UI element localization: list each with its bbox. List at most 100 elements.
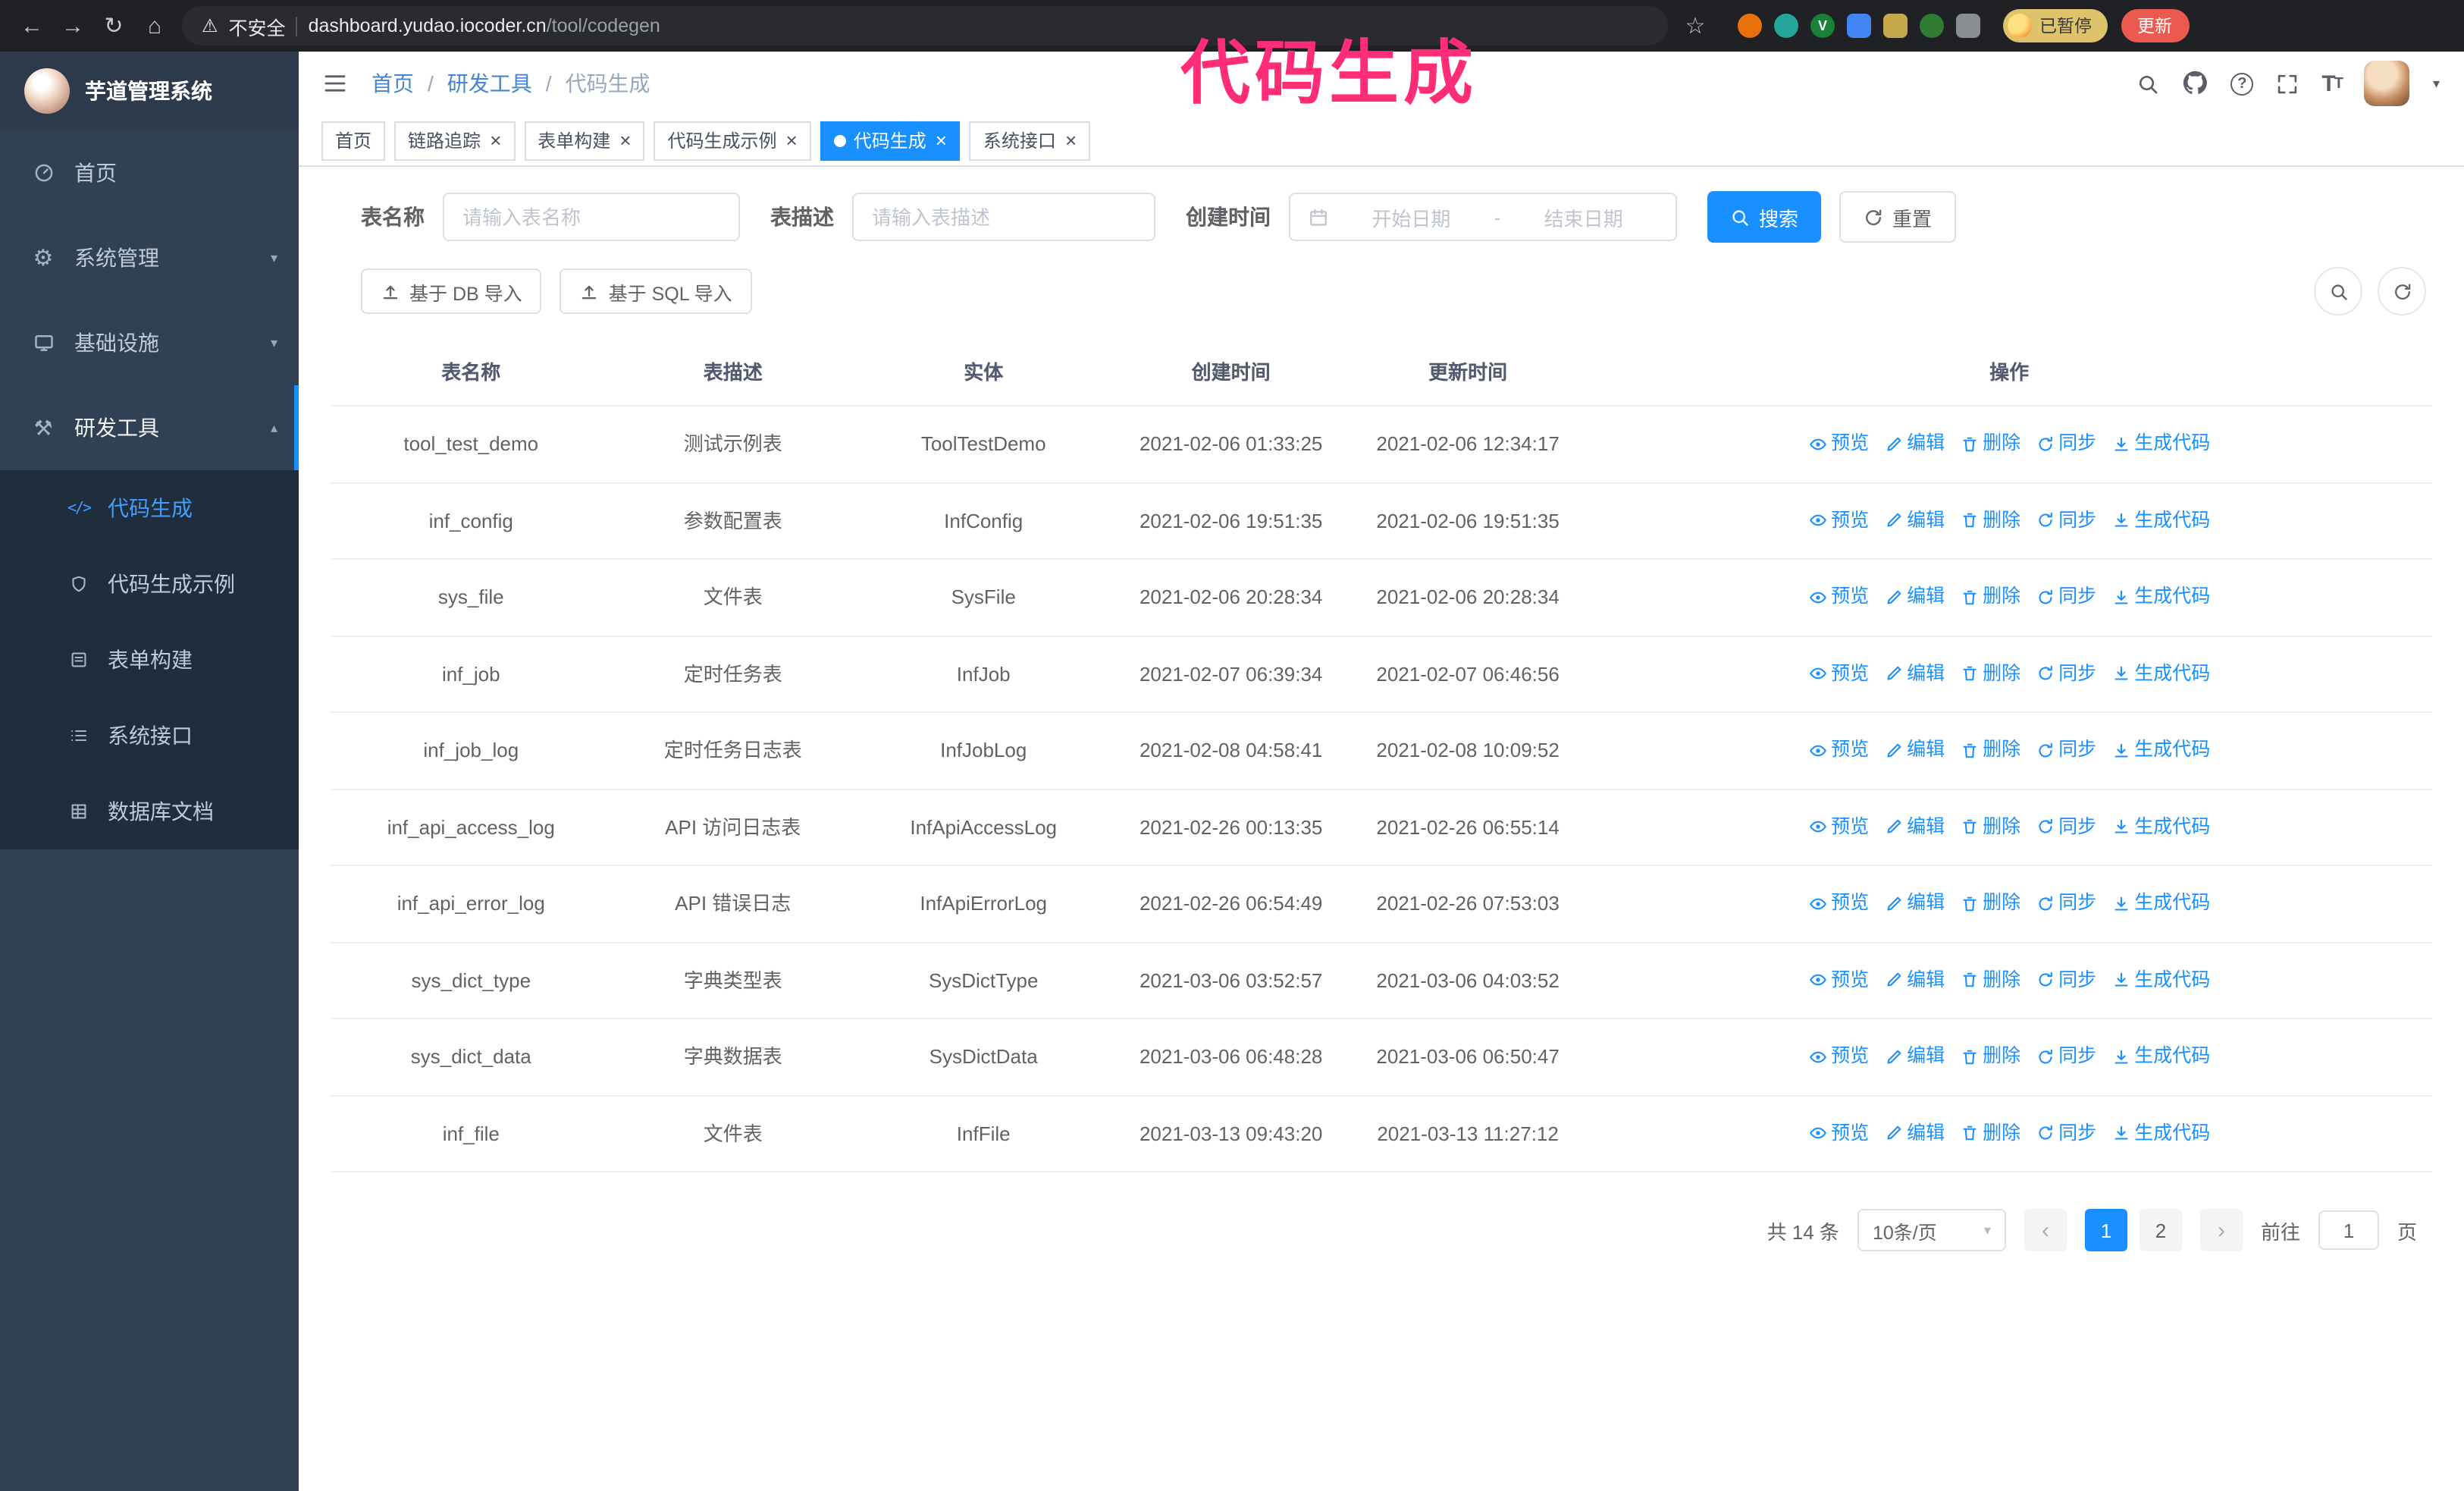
close-icon[interactable]: × — [786, 130, 798, 150]
tab-trace[interactable]: 链路追踪 × — [394, 121, 516, 160]
app-logo[interactable]: 芋道管理系统 — [0, 52, 299, 130]
font-size-icon[interactable]: TT — [2321, 71, 2343, 96]
search-icon[interactable] — [2136, 72, 2159, 95]
page-button-1[interactable]: 1 — [2084, 1209, 2127, 1251]
row-action-generate-code[interactable]: 生成代码 — [2111, 890, 2210, 918]
close-icon[interactable]: × — [619, 130, 631, 150]
row-action-edit[interactable]: 编辑 — [1884, 813, 1945, 842]
extension-icon[interactable] — [1883, 14, 1908, 38]
close-icon[interactable]: × — [1065, 130, 1077, 150]
row-action-edit[interactable]: 编辑 — [1884, 507, 1945, 535]
row-action-edit[interactable]: 编辑 — [1884, 583, 1945, 612]
tab-system-api[interactable]: 系统接口 × — [969, 121, 1091, 160]
close-icon[interactable]: × — [936, 130, 947, 150]
row-action-generate-code[interactable]: 生成代码 — [2111, 736, 2210, 765]
search-button[interactable]: 搜索 — [1707, 191, 1822, 243]
row-action-preview[interactable]: 预览 — [1808, 966, 1869, 995]
row-action-preview[interactable]: 预览 — [1808, 660, 1869, 689]
row-action-delete[interactable]: 删除 — [1960, 736, 2020, 765]
browser-back-icon[interactable]: ← — [18, 13, 45, 39]
close-icon[interactable]: × — [490, 130, 501, 150]
tab-form-builder[interactable]: 表单构建 × — [524, 121, 645, 160]
row-action-preview[interactable]: 预览 — [1808, 736, 1869, 765]
row-action-edit[interactable]: 编辑 — [1884, 660, 1945, 689]
browser-home-icon[interactable]: ⌂ — [141, 13, 168, 39]
row-action-preview[interactable]: 预览 — [1808, 1043, 1869, 1072]
toggle-search-button[interactable] — [2314, 267, 2362, 315]
sidebar-subitem-form-builder[interactable]: 表单构建 — [0, 622, 299, 698]
fullscreen-icon[interactable] — [2276, 72, 2299, 95]
breadcrumb-devtools[interactable]: 研发工具 — [447, 68, 532, 99]
row-action-sync[interactable]: 同步 — [2036, 966, 2096, 995]
browser-forward-icon[interactable]: → — [59, 13, 86, 39]
row-action-delete[interactable]: 删除 — [1960, 507, 2020, 535]
refresh-table-button[interactable] — [2378, 267, 2426, 315]
row-action-edit[interactable]: 编辑 — [1884, 736, 1945, 765]
chevron-down-icon[interactable]: ▾ — [2433, 75, 2440, 92]
update-button[interactable]: 更新 — [2121, 9, 2189, 42]
row-action-generate-code[interactable]: 生成代码 — [2111, 1119, 2210, 1148]
row-action-delete[interactable]: 删除 — [1960, 583, 2020, 612]
row-action-preview[interactable]: 预览 — [1808, 507, 1869, 535]
row-action-preview[interactable]: 预览 — [1808, 813, 1869, 842]
import-sql-button[interactable]: 基于 SQL 导入 — [560, 268, 752, 314]
row-action-edit[interactable]: 编辑 — [1884, 1043, 1945, 1072]
sidebar-item-infrastructure[interactable]: 基础设施 ▾ — [0, 300, 299, 385]
extension-icon[interactable]: V — [1810, 14, 1835, 38]
sidebar-subitem-system-api[interactable]: 系统接口 — [0, 698, 299, 774]
row-action-delete[interactable]: 删除 — [1960, 660, 2020, 689]
row-action-generate-code[interactable]: 生成代码 — [2111, 966, 2210, 995]
row-action-delete[interactable]: 删除 — [1960, 890, 2020, 918]
row-action-preview[interactable]: 预览 — [1808, 430, 1869, 459]
row-action-edit[interactable]: 编辑 — [1884, 430, 1945, 459]
row-action-generate-code[interactable]: 生成代码 — [2111, 813, 2210, 842]
row-action-edit[interactable]: 编辑 — [1884, 1119, 1945, 1148]
row-action-delete[interactable]: 删除 — [1960, 1119, 2020, 1148]
row-action-delete[interactable]: 删除 — [1960, 430, 2020, 459]
sidebar-item-dev-tools[interactable]: ⚒ 研发工具 ▴ — [0, 385, 299, 470]
table-name-input[interactable] — [443, 193, 740, 241]
row-action-sync[interactable]: 同步 — [2036, 660, 2096, 689]
github-icon[interactable] — [2182, 71, 2209, 97]
table-desc-input[interactable] — [852, 193, 1155, 241]
import-db-button[interactable]: 基于 DB 导入 — [361, 268, 542, 314]
sidebar-subitem-codegen[interactable]: </> 代码生成 — [0, 470, 299, 546]
extension-icon[interactable] — [1847, 14, 1871, 38]
row-action-generate-code[interactable]: 生成代码 — [2111, 583, 2210, 612]
page-button-2[interactable]: 2 — [2139, 1209, 2182, 1251]
row-action-delete[interactable]: 删除 — [1960, 1043, 2020, 1072]
row-action-preview[interactable]: 预览 — [1808, 583, 1869, 612]
row-action-preview[interactable]: 预览 — [1808, 890, 1869, 918]
puzzle-extension-icon[interactable] — [1956, 14, 1980, 38]
reset-button[interactable]: 重置 — [1839, 191, 1957, 243]
row-action-sync[interactable]: 同步 — [2036, 1119, 2096, 1148]
extension-icon[interactable] — [1738, 14, 1762, 38]
row-action-sync[interactable]: 同步 — [2036, 1043, 2096, 1072]
sidebar-subitem-codegen-demo[interactable]: 代码生成示例 — [0, 546, 299, 622]
row-action-sync[interactable]: 同步 — [2036, 890, 2096, 918]
sidebar-item-system-management[interactable]: ⚙ 系统管理 ▾ — [0, 215, 299, 300]
extension-icon[interactable] — [1774, 14, 1798, 38]
row-action-sync[interactable]: 同步 — [2036, 736, 2096, 765]
sidebar-subitem-db-doc[interactable]: 数据库文档 — [0, 774, 299, 849]
row-action-delete[interactable]: 删除 — [1960, 966, 2020, 995]
hamburger-icon[interactable] — [323, 71, 347, 96]
row-action-generate-code[interactable]: 生成代码 — [2111, 507, 2210, 535]
breadcrumb-home[interactable]: 首页 — [371, 68, 414, 99]
help-icon[interactable]: ? — [2230, 72, 2254, 95]
paused-badge[interactable]: 已暂停 — [2003, 9, 2107, 42]
prev-page-button[interactable]: ‹ — [2024, 1209, 2067, 1251]
tab-codegen-demo[interactable]: 代码生成示例 × — [654, 121, 811, 160]
row-action-generate-code[interactable]: 生成代码 — [2111, 1043, 2210, 1072]
browser-reload-icon[interactable]: ↻ — [100, 12, 127, 39]
page-size-select[interactable]: 10条/页 ▾ — [1857, 1209, 2006, 1251]
row-action-sync[interactable]: 同步 — [2036, 430, 2096, 459]
extension-icon[interactable] — [1920, 14, 1944, 38]
row-action-delete[interactable]: 删除 — [1960, 813, 2020, 842]
goto-page-input[interactable] — [2318, 1210, 2379, 1250]
row-action-generate-code[interactable]: 生成代码 — [2111, 430, 2210, 459]
bookmark-star-icon[interactable]: ☆ — [1682, 12, 1709, 39]
tab-codegen[interactable]: 代码生成 × — [820, 121, 961, 160]
row-action-sync[interactable]: 同步 — [2036, 583, 2096, 612]
row-action-edit[interactable]: 编辑 — [1884, 966, 1945, 995]
